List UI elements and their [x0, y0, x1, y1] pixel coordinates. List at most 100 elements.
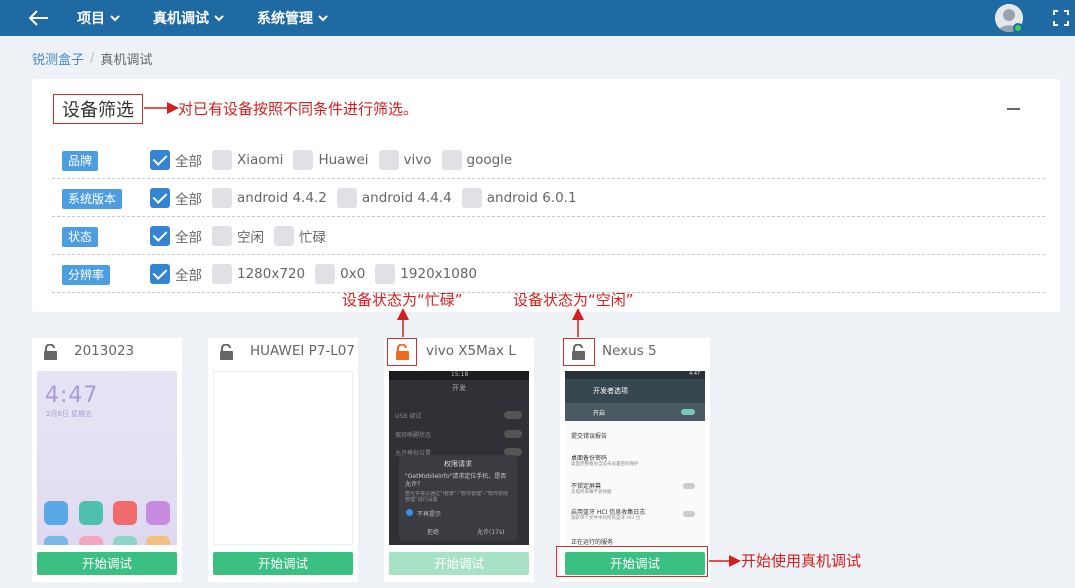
annotation-idle-note: 设备状态为“空闲”	[513, 291, 634, 309]
checkbox[interactable]	[461, 188, 482, 208]
option-label: android 6.0.1	[486, 190, 577, 206]
checkbox[interactable]	[375, 264, 396, 284]
device-screen[interactable]: 15:18 开发 USB 调试 保持唤醒状态 允许模拟位置 权限请求 "GetM…	[389, 371, 529, 545]
lockscreen-time: 4:47	[45, 383, 99, 408]
option-label: android 4.4.2	[237, 190, 327, 206]
filter-tag: 分辨率	[62, 265, 111, 285]
annotation-filter-note: 对已有设备按照不同条件进行筛选。	[178, 100, 419, 118]
nav-menu-label: 真机调试	[153, 11, 209, 27]
nav-menu-system[interactable]: 系统管理	[257, 0, 328, 36]
dialog-deny[interactable]: 拒绝	[427, 527, 439, 536]
fullscreen-icon	[1053, 10, 1069, 26]
dialog-check-label: 不再提示	[417, 511, 442, 518]
fullscreen-button[interactable]	[1052, 9, 1070, 27]
option-label: Xiaomi	[237, 152, 284, 168]
unlock-icon	[220, 344, 233, 360]
filter-tag: 品牌	[62, 151, 99, 171]
checkbox[interactable]	[441, 150, 462, 170]
checkbox-checked[interactable]	[150, 264, 170, 284]
option-label: android 4.4.4	[361, 190, 452, 206]
option-label: 全部	[175, 268, 202, 284]
dialog-hint: 若允许将以通过“i管家”-“软件管理”-“软件权限管理”进行设置	[405, 491, 508, 503]
filter-option[interactable]: 全部	[150, 188, 202, 208]
filter-option[interactable]: 全部	[150, 264, 202, 284]
device-name: 2013023	[74, 343, 135, 359]
filter-tag: 系统版本	[62, 189, 123, 209]
option-label: 全部	[175, 192, 202, 208]
option-label: 1920x1080	[400, 266, 477, 282]
annotation-busy-note: 设备状态为“忙碌”	[342, 291, 463, 309]
start-debug-button[interactable]: 开始调试	[389, 552, 529, 575]
device-screen[interactable]	[213, 371, 353, 545]
chevron-down-icon	[214, 15, 224, 22]
option-label: 忙碌	[299, 230, 326, 246]
filter-option[interactable]: Huawei	[293, 150, 369, 170]
breadcrumb-home[interactable]: 锐测盒子	[32, 49, 84, 68]
option-label: 全部	[175, 154, 202, 170]
breadcrumb: 锐测盒子 / 真机调试	[32, 49, 152, 68]
start-debug-button[interactable]: 开始调试	[37, 552, 177, 575]
screen-item-sub: 充电时屏幕不会休眠	[571, 490, 612, 495]
nav-menu-label: 系统管理	[257, 11, 313, 27]
option-label: 0x0	[340, 266, 366, 282]
checkbox[interactable]	[212, 226, 232, 246]
filter-option[interactable]: 全部	[150, 226, 202, 246]
dialog-allow[interactable]: 允许(17s)	[477, 527, 504, 536]
device-card: HUAWEI P7-L07 开始调试	[208, 338, 358, 582]
unlock-icon	[44, 344, 57, 360]
breadcrumb-current: 真机调试	[100, 53, 153, 68]
checkbox-checked[interactable]	[150, 226, 170, 246]
checkbox[interactable]	[336, 188, 357, 208]
checkbox[interactable]	[378, 150, 399, 170]
filter-option[interactable]: android 6.0.1	[461, 188, 577, 208]
dialog-title: 权限请求	[444, 460, 472, 468]
device-screen[interactable]: 4:47 2月6日 星期五	[37, 371, 177, 545]
idle-lock-highlight	[563, 338, 595, 366]
filter-row-os-version: 系统版本 全部 android 4.4.2 android 4.4.4 andr…	[52, 179, 1045, 217]
breadcrumb-separator: /	[90, 51, 95, 66]
filter-option[interactable]: google	[441, 150, 513, 170]
filter-option[interactable]: 忙碌	[274, 226, 326, 246]
filter-option[interactable]: 1920x1080	[375, 264, 477, 284]
checkbox[interactable]	[212, 188, 232, 208]
filter-option[interactable]: 空闲	[212, 226, 264, 246]
back-button[interactable]	[26, 7, 52, 29]
nav-menu-project[interactable]: 项目	[77, 0, 120, 36]
filter-option[interactable]: 0x0	[315, 264, 365, 284]
screen-item: 提交错误报告	[571, 433, 608, 440]
screen-row: 保持唤醒状态	[395, 432, 432, 439]
option-label: 1280x720	[237, 266, 306, 282]
filter-option[interactable]: vivo	[378, 150, 432, 170]
filter-option[interactable]: android 4.4.4	[336, 188, 452, 208]
checkbox[interactable]	[293, 150, 314, 170]
collapse-button[interactable]	[1006, 98, 1022, 118]
arrow-left-icon	[29, 10, 48, 26]
checkbox[interactable]	[212, 150, 232, 170]
screen-item-sub: 桌面完整备份当前未设置密码保护	[571, 462, 639, 467]
status-time: 4:47	[689, 371, 701, 377]
panel-title: 设备筛选	[53, 94, 143, 124]
checkbox[interactable]	[212, 264, 232, 284]
filter-option[interactable]: 1280x720	[212, 264, 305, 284]
option-label: vivo	[403, 152, 432, 168]
option-label: google	[466, 152, 513, 168]
device-name: vivo X5Max L	[426, 343, 516, 359]
option-label: Huawei	[318, 152, 369, 168]
device-card: vivo X5Max L 15:18 开发 USB 调试 保持唤醒状态 允许模拟…	[384, 338, 534, 582]
nav-menu-label: 项目	[77, 11, 105, 27]
option-label: 全部	[175, 230, 202, 246]
device-screen[interactable]: 4:47 开发者选项 开启 提交错误报告 桌面备份密码 桌面完整备份当前未设置密…	[565, 371, 705, 545]
nav-menu-device-debug[interactable]: 真机调试	[153, 0, 224, 36]
filter-option[interactable]: android 4.4.2	[212, 188, 327, 208]
start-debug-button[interactable]: 开始调试	[213, 552, 353, 575]
screen-title: 开发	[452, 384, 466, 392]
checkbox-checked[interactable]	[150, 150, 170, 170]
checkbox[interactable]	[274, 226, 294, 246]
checkbox-checked[interactable]	[150, 188, 170, 208]
screen-header: 开发者选项	[593, 387, 628, 395]
start-button-highlight	[556, 546, 708, 577]
online-status-dot	[1013, 23, 1023, 33]
checkbox[interactable]	[315, 264, 336, 284]
filter-option[interactable]: Xiaomi	[212, 150, 283, 170]
filter-option[interactable]: 全部	[150, 150, 202, 170]
